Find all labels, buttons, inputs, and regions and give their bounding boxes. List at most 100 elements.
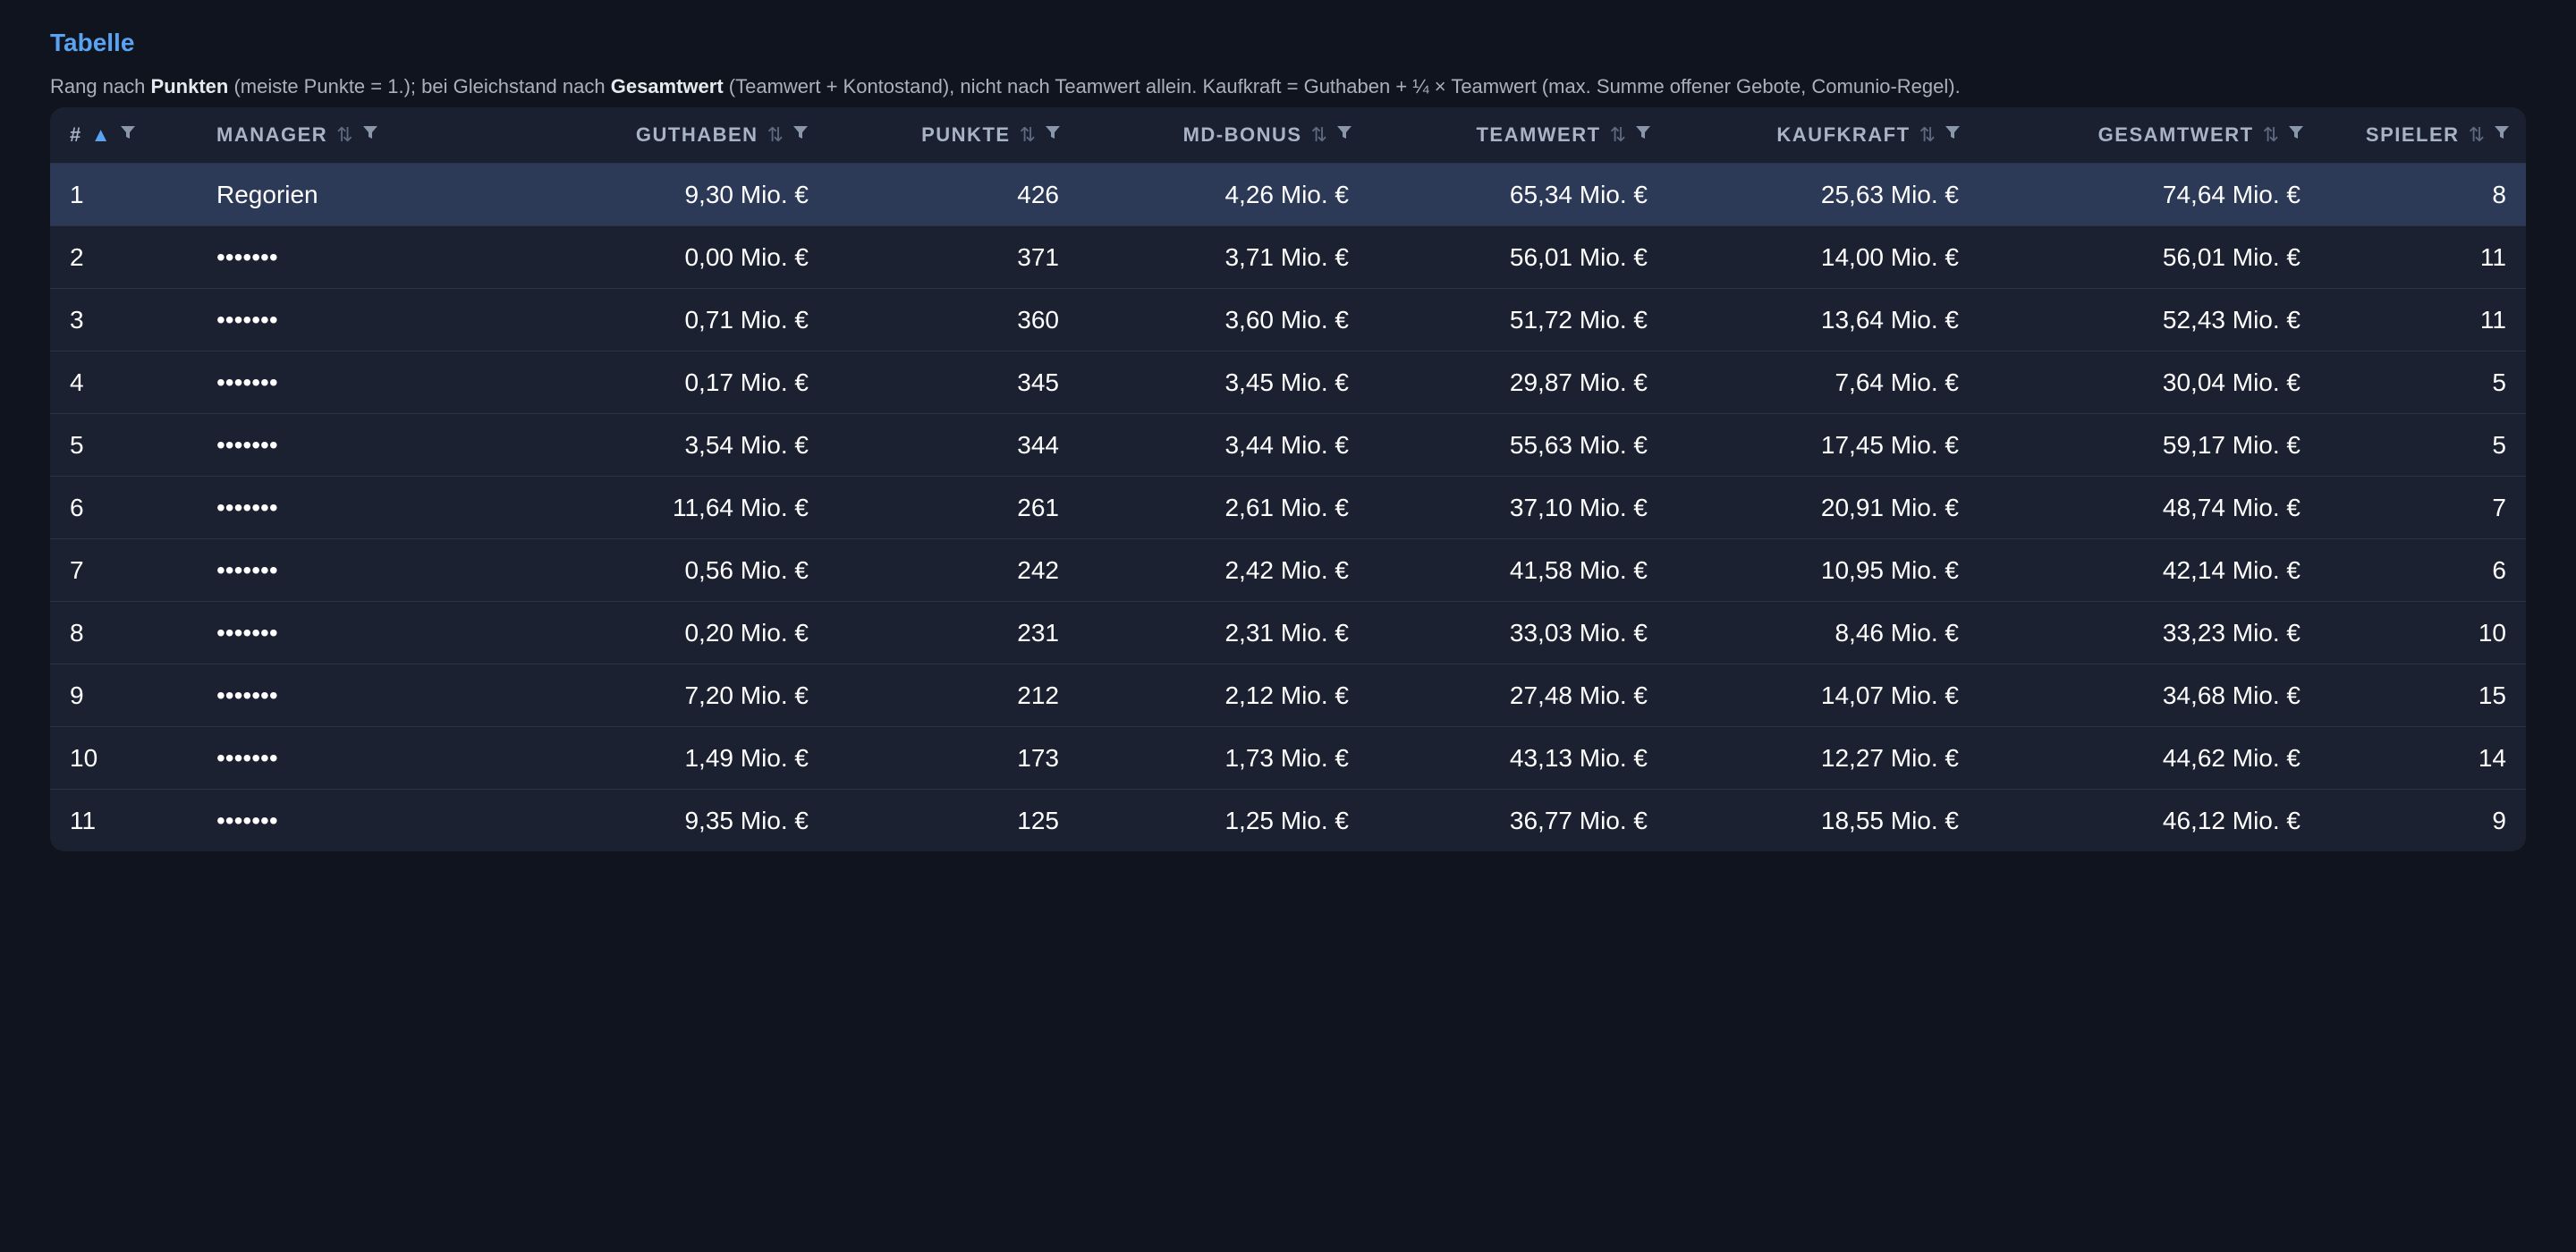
filter-icon[interactable] xyxy=(1635,125,1651,140)
cell-md-bonus: 2,31 Mio. € xyxy=(1224,618,1349,647)
column-header-gesamtwert[interactable]: GESAMTWERT ⇅ xyxy=(1973,107,2304,163)
cell-kaufkraft: 25,63 Mio. € xyxy=(1820,180,1959,208)
cell-rank: 4 xyxy=(70,368,84,396)
table-row[interactable]: 1 Regorien 9,30 Mio. €426 4,26 Mio. €65,34 … xyxy=(50,163,2526,225)
cell-teamwert: 43,13 Mio. € xyxy=(1509,743,1648,772)
cell-spieler: 8 xyxy=(2492,180,2506,208)
filter-icon[interactable] xyxy=(792,125,809,140)
table-row[interactable]: 7 ••••••• 0,56 Mio. €242 2,42 Mio. €41,58 M… xyxy=(50,538,2526,601)
cell-md-bonus: 2,12 Mio. € xyxy=(1224,681,1349,709)
cell-md-bonus: 2,42 Mio. € xyxy=(1224,555,1349,584)
cell-gesamtwert: 46,12 Mio. € xyxy=(2162,806,2301,834)
table-row[interactable]: 9 ••••••• 7,20 Mio. €212 2,12 Mio. €27,48 M… xyxy=(50,664,2526,726)
column-label: GESAMTWERT xyxy=(2097,123,2254,146)
cell-gesamtwert: 44,62 Mio. € xyxy=(2162,743,2301,772)
cell-punkte: 173 xyxy=(1017,743,1059,772)
sort-both-icon[interactable]: ⇅ xyxy=(1919,123,1936,147)
cell-guthaben: 0,71 Mio. € xyxy=(684,305,809,334)
cell-gesamtwert: 59,17 Mio. € xyxy=(2162,430,2301,459)
cell-kaufkraft: 8,46 Mio. € xyxy=(1835,618,1959,647)
description-bold-punkten: Punkten xyxy=(150,75,229,97)
table-row[interactable]: 11 ••••••• 9,35 Mio. €125 1,25 Mio. €36,77 … xyxy=(50,789,2526,851)
filter-icon[interactable] xyxy=(2288,125,2304,140)
cell-gesamtwert: 33,23 Mio. € xyxy=(2162,618,2301,647)
cell-kaufkraft: 7,64 Mio. € xyxy=(1835,368,1959,396)
cell-rank: 11 xyxy=(70,806,97,834)
column-label: GUTHABEN xyxy=(635,123,758,146)
cell-kaufkraft: 20,91 Mio. € xyxy=(1820,493,1959,521)
cell-guthaben: 1,49 Mio. € xyxy=(684,743,809,772)
cell-guthaben: 3,54 Mio. € xyxy=(684,430,809,459)
cell-teamwert: 51,72 Mio. € xyxy=(1509,305,1648,334)
cell-rank: 8 xyxy=(70,618,84,647)
filter-icon[interactable] xyxy=(1945,125,1961,140)
column-header-spieler[interactable]: SPIELER ⇅ xyxy=(2313,107,2510,163)
table-header: # ▲ MANAGER ⇅ GUTHABEN ⇅ PUNKTE ⇅ MD-BONUS ⇅ TEAMW… xyxy=(50,107,2526,163)
cell-gesamtwert: 34,68 Mio. € xyxy=(2162,681,2301,709)
column-header-rank[interactable]: # ▲ xyxy=(70,107,177,163)
description-text: (Teamwert + Kontostand), nicht nach Team… xyxy=(723,75,1961,97)
cell-kaufkraft: 10,95 Mio. € xyxy=(1820,555,1959,584)
column-header-guthaben[interactable]: GUTHABEN ⇅ xyxy=(318,107,809,163)
column-label: KAUFKRAFT xyxy=(1776,123,1911,146)
cell-teamwert: 65,34 Mio. € xyxy=(1509,180,1648,208)
cell-guthaben: 0,20 Mio. € xyxy=(684,618,809,647)
cell-md-bonus: 1,73 Mio. € xyxy=(1224,743,1349,772)
column-label: PUNKTE xyxy=(921,123,1011,146)
column-header-md-bonus[interactable]: MD-BONUS ⇅ xyxy=(1070,107,1352,163)
cell-kaufkraft: 18,55 Mio. € xyxy=(1820,806,1959,834)
page: Tabelle Rang nach Punkten (meiste Punkte… xyxy=(50,27,2526,851)
cell-gesamtwert: 56,01 Mio. € xyxy=(2162,242,2301,271)
table-row[interactable]: 6 ••••••• 11,64 Mio. €261 2,61 Mio. €37,10 … xyxy=(50,476,2526,538)
standings-table: # ▲ MANAGER ⇅ GUTHABEN ⇅ PUNKTE ⇅ MD-BONUS ⇅ TEAMW… xyxy=(50,107,2526,851)
sort-both-icon[interactable]: ⇅ xyxy=(767,123,784,147)
filter-icon[interactable] xyxy=(120,125,136,140)
filter-icon[interactable] xyxy=(1336,125,1352,140)
cell-guthaben: 0,00 Mio. € xyxy=(684,242,809,271)
column-header-kaufkraft[interactable]: KAUFKRAFT ⇅ xyxy=(1660,107,1961,163)
cell-guthaben: 9,30 Mio. € xyxy=(684,180,809,208)
cell-spieler: 11 xyxy=(2479,242,2506,271)
table-body: 1 Regorien 9,30 Mio. €426 4,26 Mio. €65,34 … xyxy=(50,163,2526,851)
table-row[interactable]: 3 ••••••• 0,71 Mio. €360 3,60 Mio. €51,72 M… xyxy=(50,288,2526,351)
filter-icon[interactable] xyxy=(1045,125,1061,140)
page-description: Rang nach Punkten (meiste Punkte = 1.); … xyxy=(50,73,1961,100)
cell-kaufkraft: 13,64 Mio. € xyxy=(1820,305,1959,334)
table-row[interactable]: 8 ••••••• 0,20 Mio. €231 2,31 Mio. €33,03 M… xyxy=(50,601,2526,664)
cell-rank: 10 xyxy=(70,743,98,772)
sort-both-icon[interactable]: ⇅ xyxy=(1610,123,1626,147)
sort-ascending-icon[interactable]: ▲ xyxy=(91,123,111,147)
table-row[interactable]: 4 ••••••• 0,17 Mio. €345 3,45 Mio. €29,87 M… xyxy=(50,351,2526,413)
cell-rank: 2 xyxy=(70,242,84,271)
cell-punkte: 125 xyxy=(1017,806,1059,834)
sort-both-icon[interactable]: ⇅ xyxy=(1020,123,1036,147)
table-row[interactable]: 10 ••••••• 1,49 Mio. €173 1,73 Mio. €43,13 … xyxy=(50,726,2526,789)
cell-rank: 3 xyxy=(70,305,84,334)
table-row[interactable]: 2 ••••••• 0,00 Mio. €371 3,71 Mio. €56,01 M… xyxy=(50,225,2526,288)
cell-guthaben: 7,20 Mio. € xyxy=(684,681,809,709)
column-label: SPIELER xyxy=(2365,123,2460,146)
sort-both-icon[interactable]: ⇅ xyxy=(1311,123,1327,147)
column-label: # xyxy=(70,123,82,146)
column-header-punkte[interactable]: PUNKTE ⇅ xyxy=(819,107,1061,163)
cell-teamwert: 36,77 Mio. € xyxy=(1509,806,1648,834)
cell-spieler: 14 xyxy=(2478,743,2506,772)
sort-both-icon[interactable]: ⇅ xyxy=(2263,123,2279,147)
cell-md-bonus: 3,44 Mio. € xyxy=(1224,430,1349,459)
cell-punkte: 242 xyxy=(1017,555,1059,584)
cell-punkte: 261 xyxy=(1017,493,1059,521)
filter-icon[interactable] xyxy=(2494,125,2510,140)
cell-md-bonus: 2,61 Mio. € xyxy=(1224,493,1349,521)
column-header-teamwert[interactable]: TEAMWERT ⇅ xyxy=(1365,107,1651,163)
cell-md-bonus: 3,60 Mio. € xyxy=(1224,305,1349,334)
cell-punkte: 212 xyxy=(1017,681,1059,709)
cell-gesamtwert: 52,43 Mio. € xyxy=(2162,305,2301,334)
cell-spieler: 9 xyxy=(2492,806,2506,834)
cell-rank: 5 xyxy=(70,430,84,459)
cell-gesamtwert: 48,74 Mio. € xyxy=(2162,493,2301,521)
table-row[interactable]: 5 ••••••• 3,54 Mio. €344 3,44 Mio. €55,63 M… xyxy=(50,413,2526,476)
description-text: Rang nach xyxy=(50,75,151,97)
sort-both-icon[interactable]: ⇅ xyxy=(2469,123,2485,147)
cell-kaufkraft: 14,07 Mio. € xyxy=(1820,681,1959,709)
cell-rank: 9 xyxy=(70,681,84,709)
